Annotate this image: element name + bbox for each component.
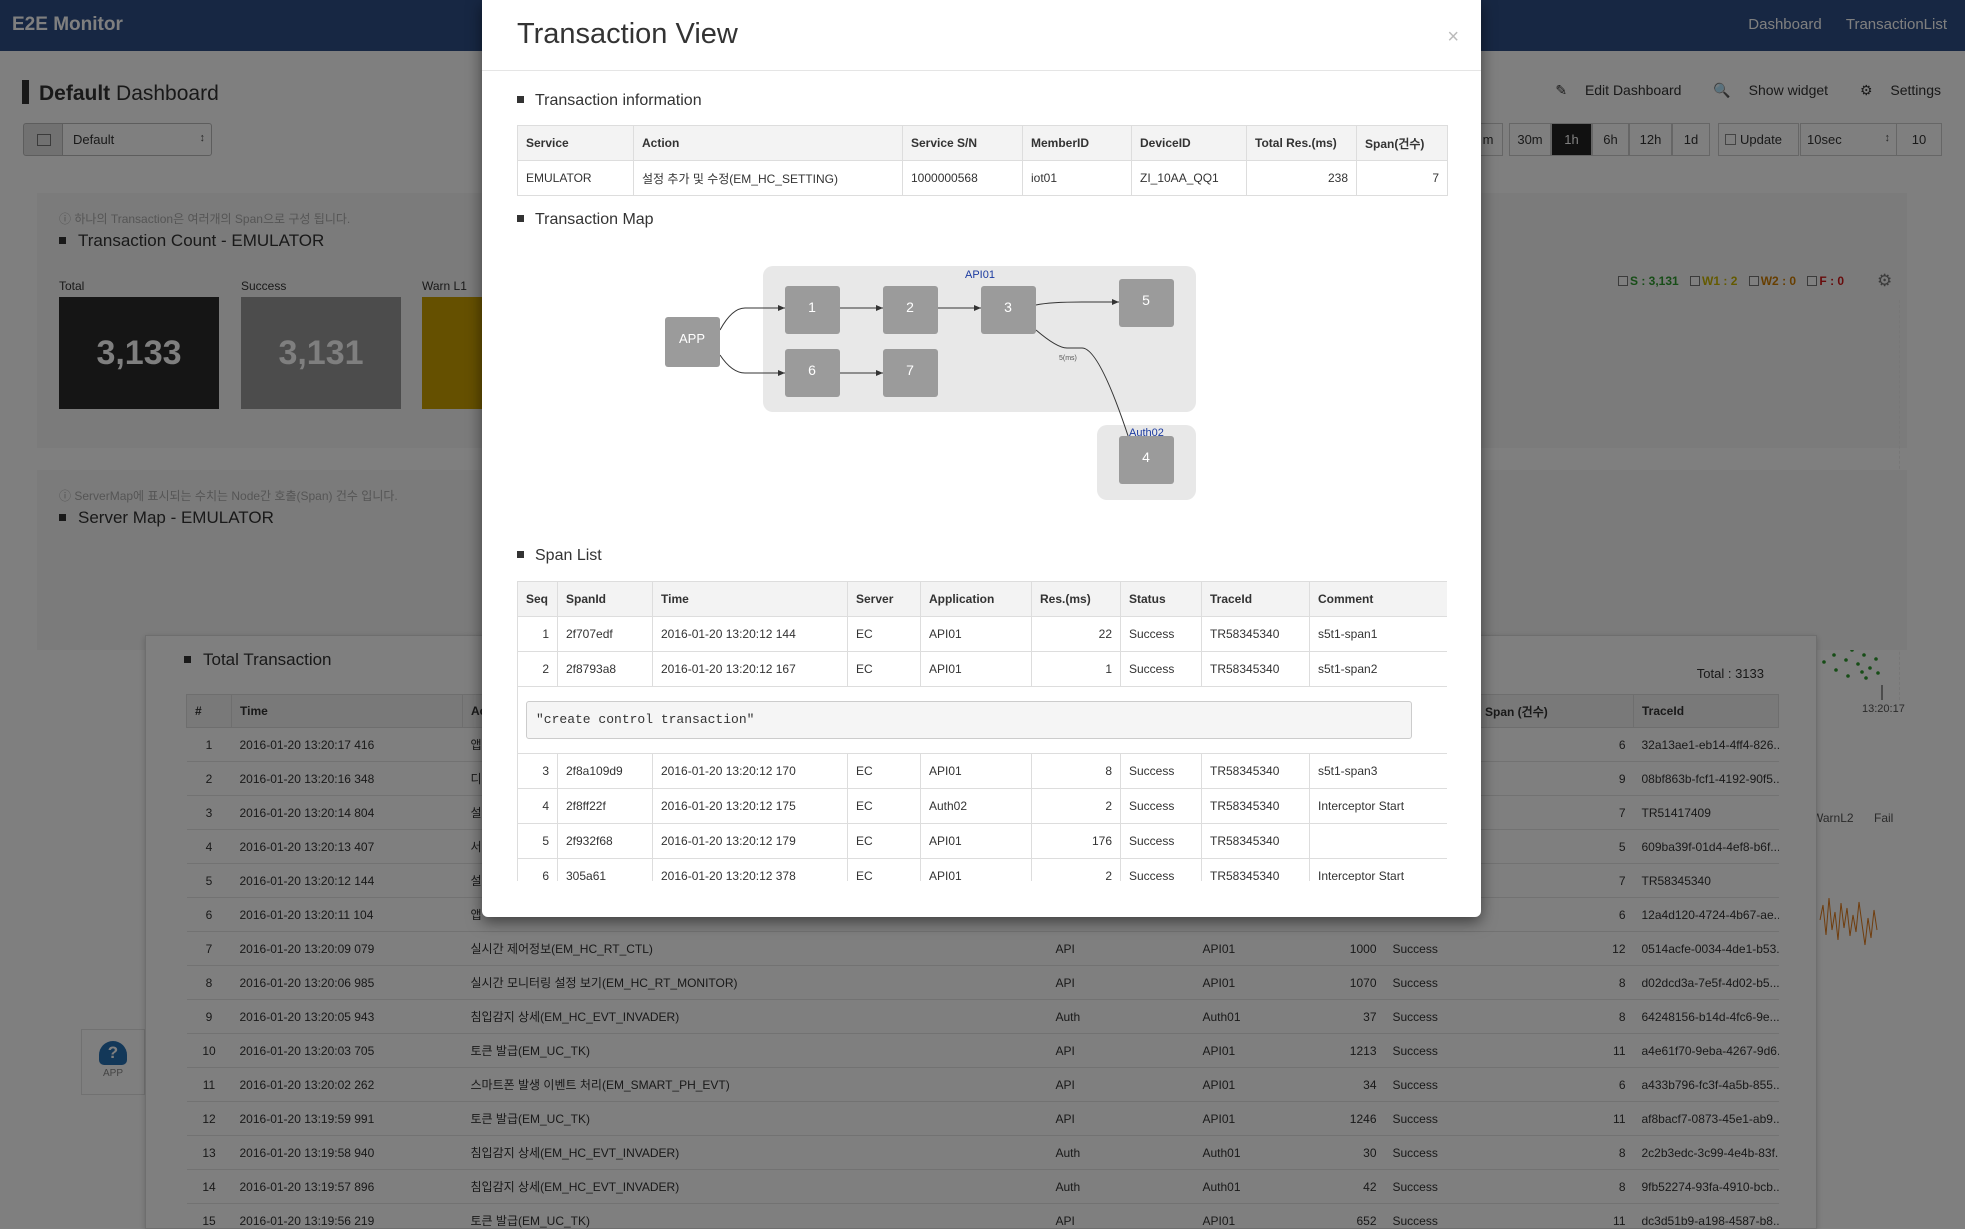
span-cell: Success [1120, 823, 1202, 859]
span-cell: Auth02 [920, 788, 1032, 824]
span-list-scroll[interactable]: Seq SpanId Time Server Application Res.(ms) St… [517, 581, 1447, 881]
span-detail-cell: "create control transaction" [517, 686, 1447, 754]
map-node-6-label: 6 [808, 362, 816, 378]
transaction-view-modal: Transaction View × Transaction informati… [482, 0, 1481, 917]
span-cell: EC [847, 858, 921, 881]
span-cell [1309, 823, 1447, 859]
span-detail-row: "create control transaction" [517, 686, 1447, 754]
span-comment-detail: "create control transaction" [526, 701, 1412, 739]
span-cell: s5t1-span3 [1309, 753, 1447, 789]
span-cell: Success [1120, 858, 1202, 881]
span-cell: 2f8ff22f [557, 788, 653, 824]
span-cell: Success [1120, 753, 1202, 789]
span-cell: TR58345340 [1201, 651, 1310, 687]
span-row[interactable]: 6 305a61 2016-01-20 13:20:12 378 EC API01 2 Su… [517, 858, 1447, 881]
span-cell: 2016-01-20 13:20:12 170 [652, 753, 848, 789]
span-list-title: Span List [517, 547, 602, 565]
span-column-header: Res.(ms) [1031, 581, 1121, 617]
span-cell: API01 [920, 858, 1032, 881]
span-cell: Interceptor Start [1309, 788, 1447, 824]
span-cell: 176 [1031, 823, 1121, 859]
span-cell: 3 [517, 753, 558, 789]
edge-3-4-label: 5(ms) [1059, 355, 1077, 362]
span-column-header: TraceId [1201, 581, 1310, 617]
map-node-1-label: 1 [808, 299, 816, 315]
span-cell: 2 [1031, 788, 1121, 824]
span-cell: Success [1120, 651, 1202, 687]
span-cell: 2f8793a8 [557, 651, 653, 687]
span-cell: Interceptor Start [1309, 858, 1447, 881]
span-cell: 1 [517, 616, 558, 652]
span-list-table: Seq SpanId Time Server Application Res.(ms) St… [517, 581, 1447, 881]
span-cell: 1 [1031, 651, 1121, 687]
span-cell: EC [847, 616, 921, 652]
span-row[interactable]: 2 2f8793a8 2016-01-20 13:20:12 167 EC API01 1… [517, 651, 1447, 687]
span-cell: 2016-01-20 13:20:12 378 [652, 858, 848, 881]
span-cell: 2 [517, 651, 558, 687]
span-cell: 8 [1031, 753, 1121, 789]
span-cell: 2016-01-20 13:20:12 175 [652, 788, 848, 824]
span-column-header: Status [1120, 581, 1202, 617]
span-cell: 2f707edf [557, 616, 653, 652]
span-cell: 5 [517, 823, 558, 859]
map-node-3-label: 3 [1004, 299, 1012, 315]
span-cell: 2016-01-20 13:20:12 167 [652, 651, 848, 687]
span-cell: API01 [920, 651, 1032, 687]
span-cell: 6 [517, 858, 558, 881]
span-cell: 2016-01-20 13:20:12 179 [652, 823, 848, 859]
span-cell: API01 [920, 753, 1032, 789]
span-row[interactable]: 4 2f8ff22f 2016-01-20 13:20:12 175 EC Auth02… [517, 788, 1447, 824]
map-node-7-label: 7 [906, 362, 914, 378]
map-node-app-label: APP [679, 331, 705, 346]
span-cell: API01 [920, 823, 1032, 859]
span-cell: 4 [517, 788, 558, 824]
map-node-2-label: 2 [906, 299, 914, 315]
span-cell: EC [847, 753, 921, 789]
span-cell: EC [847, 788, 921, 824]
span-row[interactable]: 5 2f932f68 2016-01-20 13:20:12 179 EC API01 1… [517, 823, 1447, 859]
span-row[interactable]: 3 2f8a109d9 2016-01-20 13:20:12 170 EC API01… [517, 753, 1447, 789]
span-cell: TR58345340 [1201, 788, 1310, 824]
span-column-header: Application [920, 581, 1032, 617]
span-cell: Success [1120, 616, 1202, 652]
span-cell: Success [1120, 788, 1202, 824]
span-cell: 2016-01-20 13:20:12 144 [652, 616, 848, 652]
transaction-map: API01 Auth02 5(ms) APP 1 2 3 5 6 7 4 [665, 266, 1196, 500]
span-cell: s5t1-span1 [1309, 616, 1447, 652]
span-cell: TR58345340 [1201, 616, 1310, 652]
span-column-header: Seq [517, 581, 558, 617]
span-cell: 22 [1031, 616, 1121, 652]
span-cell: 305a61 [557, 858, 653, 881]
span-row[interactable]: 1 2f707edf 2016-01-20 13:20:12 144 EC API01 2… [517, 616, 1447, 652]
span-column-header: Time [652, 581, 848, 617]
span-cell: TR58345340 [1201, 858, 1310, 881]
api01-group-label: API01 [965, 269, 995, 281]
span-cell: TR58345340 [1201, 823, 1310, 859]
span-cell: API01 [920, 616, 1032, 652]
span-cell: EC [847, 823, 921, 859]
span-cell: EC [847, 651, 921, 687]
span-column-header: Server [847, 581, 921, 617]
span-column-header: SpanId [557, 581, 653, 617]
span-column-header: Comment [1309, 581, 1447, 617]
span-cell: TR58345340 [1201, 753, 1310, 789]
span-list-header: Seq SpanId Time Server Application Res.(ms) St… [517, 581, 1447, 617]
span-cell: 2f932f68 [557, 823, 653, 859]
span-cell: 2f8a109d9 [557, 753, 653, 789]
map-node-4-label: 4 [1142, 449, 1150, 465]
span-cell: 2 [1031, 858, 1121, 881]
map-node-5-label: 5 [1142, 292, 1150, 308]
span-cell: s5t1-span2 [1309, 651, 1447, 687]
